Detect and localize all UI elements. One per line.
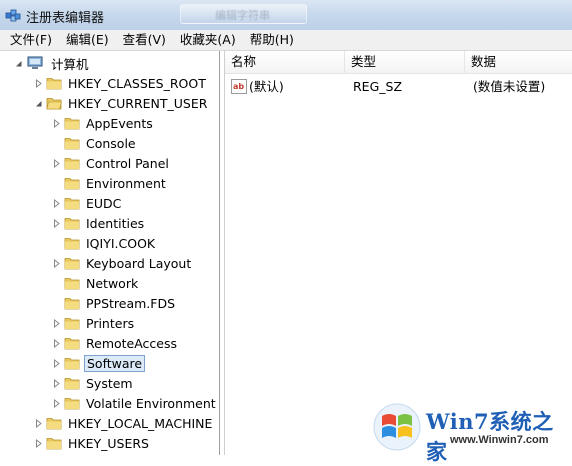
registry-editor-icon	[5, 9, 21, 22]
folder-icon	[46, 418, 62, 430]
folder-icon	[64, 338, 80, 350]
tree-node[interactable]: Control Panel	[52, 153, 171, 173]
title-bar[interactable]: 注册表编辑器 编辑字符串	[0, 0, 572, 30]
tree-node[interactable]: Volatile Environment	[52, 393, 218, 413]
folder-icon	[64, 278, 80, 290]
tree-node-label: Control Panel	[86, 155, 169, 171]
folder-icon	[46, 78, 62, 90]
folder-icon	[64, 398, 80, 410]
folder-icon	[64, 178, 80, 190]
column-header-name[interactable]: 名称	[225, 51, 345, 73]
tree-node-label: Environment	[86, 175, 166, 191]
tree-node-label: Volatile Environment	[86, 395, 216, 411]
tree-node-label: HKEY_CLASSES_ROOT	[68, 75, 206, 91]
folder-icon	[64, 378, 80, 390]
column-header-data[interactable]: 数据	[465, 51, 572, 73]
collapsed-arrow-icon[interactable]	[52, 398, 61, 408]
tree-node-label: PPStream.FDS	[86, 295, 176, 311]
tree-node-label: System	[86, 375, 133, 391]
folder-open-icon	[46, 98, 62, 110]
collapsed-arrow-icon[interactable]	[34, 438, 43, 448]
tree-node-label: HKEY_USERS	[68, 435, 149, 451]
watermark: Win7系统之家 www.Winwin7.com	[372, 402, 572, 464]
svg-text:ab: ab	[233, 82, 244, 91]
folder-icon	[64, 318, 80, 330]
menu-edit[interactable]: 编辑(E)	[58, 30, 115, 50]
tree-node[interactable]: HKEY_LOCAL_MACHINE	[34, 413, 214, 433]
folder-icon	[64, 138, 80, 150]
tree-node-selected[interactable]: Software	[52, 353, 146, 373]
watermark-url: www.Winwin7.com	[450, 434, 549, 446]
collapsed-arrow-icon[interactable]	[52, 378, 61, 388]
expanded-arrow-icon[interactable]	[14, 59, 23, 68]
tree-node[interactable]: HKEY_CURRENT_USER	[34, 93, 209, 113]
string-value-icon: ab	[231, 79, 247, 94]
folder-icon	[64, 198, 80, 210]
collapsed-arrow-icon[interactable]	[52, 198, 61, 208]
expanded-arrow-icon[interactable]	[34, 99, 43, 108]
folder-icon	[64, 358, 80, 370]
tree-node-label: AppEvents	[86, 115, 153, 131]
tree-node[interactable]: RemoteAccess	[52, 333, 179, 353]
background-window-label: 编辑字符串	[215, 9, 270, 22]
tree-node[interactable]: HKEY_CLASSES_ROOT	[34, 73, 208, 93]
tree-root-computer[interactable]: 计算机	[14, 53, 91, 73]
windows-logo-icon	[373, 403, 421, 451]
collapsed-arrow-icon[interactable]	[52, 338, 61, 348]
folder-icon	[64, 258, 80, 270]
tree-node-label: Keyboard Layout	[86, 255, 192, 271]
tree-node-label: HKEY_LOCAL_MACHINE	[68, 415, 213, 431]
tree-node[interactable]: Keyboard Layout	[52, 253, 193, 273]
tree-node[interactable]: System	[52, 373, 135, 393]
tree-node-label: IQIYI.COOK	[86, 235, 156, 251]
tree-node-label: Software	[84, 354, 146, 372]
menu-bar: 文件(F) 编辑(E) 查看(V) 收藏夹(A) 帮助(H)	[0, 30, 572, 51]
tree-node[interactable]: Printers	[52, 313, 136, 333]
tree-node-label: Console	[86, 135, 136, 151]
tree-node-label: Network	[86, 275, 139, 291]
collapsed-arrow-icon[interactable]	[52, 358, 61, 368]
value-name[interactable]: (默认)	[249, 77, 284, 97]
values-list[interactable]: 名称 类型 数据 ab (默认) REG_SZ (数值未设置)	[224, 51, 572, 455]
menu-help[interactable]: 帮助(H)	[242, 30, 300, 50]
value-type: REG_SZ	[353, 79, 403, 94]
tree-node[interactable]: Console	[52, 133, 138, 153]
value-data: (数值未设置)	[473, 79, 546, 94]
tree-node[interactable]: AppEvents	[52, 113, 155, 133]
folder-icon	[64, 238, 80, 250]
column-header-row: 名称 类型 数据	[225, 51, 572, 74]
tree-node[interactable]: Network	[52, 273, 140, 293]
collapsed-arrow-icon[interactable]	[52, 318, 61, 328]
window-title: 注册表编辑器	[26, 11, 105, 26]
collapsed-arrow-icon[interactable]	[52, 118, 61, 128]
tree-node[interactable]: HKEY_USERS	[34, 433, 151, 453]
tree-node-label: Identities	[86, 215, 145, 231]
folder-icon	[64, 158, 80, 170]
menu-file[interactable]: 文件(F)	[0, 30, 58, 50]
tree-node-label: RemoteAccess	[86, 335, 178, 351]
collapsed-arrow-icon[interactable]	[52, 258, 61, 268]
computer-icon	[27, 56, 43, 69]
collapsed-arrow-icon[interactable]	[52, 218, 61, 228]
tree-root-label: 计算机	[51, 56, 89, 72]
tree-node-label: Printers	[86, 315, 135, 331]
column-header-type[interactable]: 类型	[345, 51, 465, 73]
tree-node[interactable]: Environment	[52, 173, 168, 193]
folder-icon	[64, 298, 80, 310]
tree-node[interactable]: Identities	[52, 213, 146, 233]
menu-view[interactable]: 查看(V)	[115, 30, 172, 50]
menu-favorites[interactable]: 收藏夹(A)	[172, 30, 242, 50]
tree-node-label: HKEY_CURRENT_USER	[68, 95, 208, 111]
tree-node[interactable]: EUDC	[52, 193, 123, 213]
collapsed-arrow-icon[interactable]	[34, 78, 43, 88]
tree-node[interactable]: IQIYI.COOK	[52, 233, 157, 253]
tree-node[interactable]: PPStream.FDS	[52, 293, 177, 313]
collapsed-arrow-icon[interactable]	[34, 418, 43, 428]
tree-node-label: EUDC	[86, 195, 122, 211]
registry-tree[interactable]: 计算机 HKEY_CLASSES_ROOT HKEY_CURRENT_USER …	[0, 51, 220, 455]
collapsed-arrow-icon[interactable]	[52, 158, 61, 168]
folder-icon	[64, 218, 80, 230]
folder-icon	[64, 118, 80, 130]
folder-icon	[46, 438, 62, 450]
